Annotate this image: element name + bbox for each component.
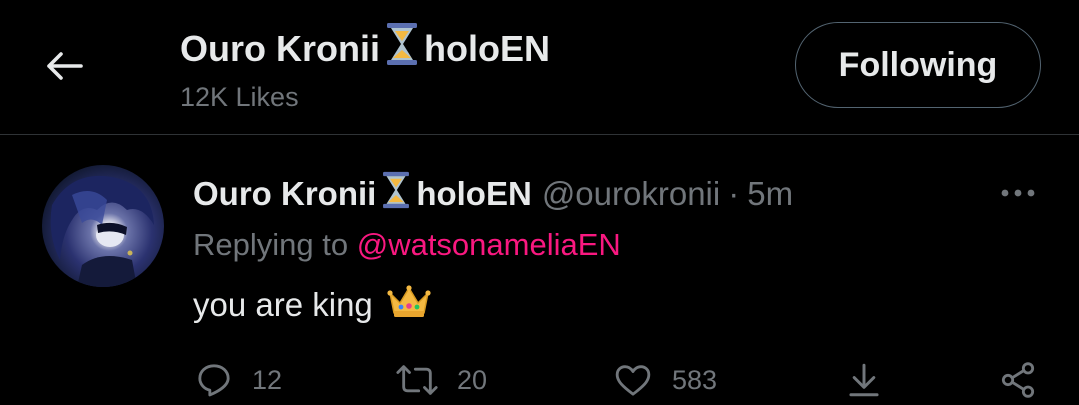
tweet[interactable]: Ouro Kronii holoEN @ourokronii · 5m Repl… <box>0 135 1079 403</box>
more-button[interactable] <box>998 183 1038 203</box>
author-handle[interactable]: @ourokronii <box>542 175 720 213</box>
like-button[interactable]: 583 <box>612 360 717 400</box>
reply-icon <box>198 364 230 397</box>
tweet-header: Ouro Kronii holoEN @ourokronii · 5m <box>193 171 793 217</box>
crown-icon <box>387 283 431 327</box>
tweet-actions: 12 20 583 <box>0 360 1079 405</box>
author-display-name: Ouro Kronii <box>193 175 377 212</box>
more-horizontal-icon <box>1001 189 1035 197</box>
share-icon <box>1001 362 1035 398</box>
hourglass-icon <box>382 171 410 217</box>
profile-header: Ouro Kronii holoEN 12K Likes Following <box>0 0 1079 134</box>
replying-prefix: Replying to <box>193 227 349 262</box>
replying-to: Replying to @watsonameliaEN <box>193 227 621 263</box>
reply-count: 12 <box>252 364 283 395</box>
retweet-count: 20 <box>457 364 488 395</box>
mention-link[interactable]: @watsonameliaEN <box>357 227 621 262</box>
tweet-text: you are king <box>193 283 431 327</box>
retweet-button[interactable]: 20 <box>395 360 487 400</box>
reply-button[interactable]: 12 <box>194 360 282 400</box>
tweet-body: you are king <box>193 286 373 323</box>
likes-count: 12K Likes <box>180 82 299 112</box>
share-button[interactable] <box>998 360 1038 400</box>
back-button[interactable] <box>44 46 84 86</box>
tweet-timestamp[interactable]: 5m <box>747 175 793 213</box>
following-button[interactable]: Following <box>795 22 1041 108</box>
author-display-suffix: holoEN <box>416 175 532 212</box>
avatar-image <box>50 175 154 287</box>
profile-name: Ouro Kronii <box>180 27 380 69</box>
profile-title: Ouro Kronii holoEN <box>180 22 550 75</box>
separator-dot: · <box>728 175 740 212</box>
author-name[interactable]: Ouro Kronii holoEN <box>193 171 532 217</box>
hourglass-icon <box>386 22 418 75</box>
arrow-left-icon <box>47 52 83 80</box>
download-icon <box>849 363 879 397</box>
download-button[interactable] <box>846 360 882 400</box>
avatar[interactable] <box>42 165 164 287</box>
profile-name-suffix: holoEN <box>424 27 550 69</box>
heart-icon <box>615 365 651 396</box>
retweet-icon <box>396 365 438 395</box>
like-count: 583 <box>672 364 718 395</box>
